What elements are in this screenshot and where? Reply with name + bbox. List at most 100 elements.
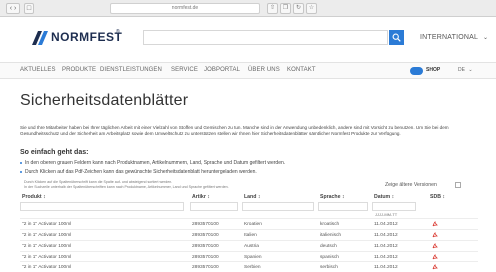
cell-sprache: deutsch	[320, 244, 337, 249]
sort-icon: ↕	[43, 194, 46, 200]
url-text[interactable]: normfest.de	[111, 4, 259, 13]
logo-registered-mark: ®	[116, 29, 120, 35]
nav-item-kontakt[interactable]: KONTAKT	[287, 67, 316, 73]
nav-language-selector[interactable]: DE ⌄	[458, 67, 473, 73]
nav-item-jobportal[interactable]: JOBPORTAL	[204, 67, 240, 73]
column-header-label[interactable]: Artikr	[192, 194, 206, 200]
bullet-icon	[20, 170, 22, 173]
search-field[interactable]	[143, 30, 388, 49]
share-icon[interactable]: ⇧	[268, 4, 277, 13]
column-header-land[interactable]: Land ↕	[244, 194, 260, 200]
bullet-icon	[20, 161, 22, 164]
pdf-icon[interactable]	[432, 232, 438, 238]
older-versions-checkbox[interactable]	[455, 182, 461, 188]
bookmark-icon[interactable]: ☆	[307, 4, 316, 13]
cell-artikel: 2893570100	[192, 255, 219, 260]
column-header-label[interactable]: Datum	[374, 194, 390, 200]
cell-artikel: 2893570100	[192, 265, 219, 270]
filter-sprache-input[interactable]	[319, 211, 367, 218]
column-header-label[interactable]: SDB	[430, 194, 441, 200]
column-header-sdb[interactable]: SDB ↕	[430, 194, 445, 200]
filter-datum[interactable]	[372, 202, 416, 218]
nav-item-aktuelles[interactable]: AKTUELLES	[20, 67, 56, 73]
language-selector[interactable]: INTERNATIONAL ⌄	[420, 34, 488, 41]
filter-land[interactable]	[242, 202, 314, 218]
cell-sprache: serbisch	[320, 265, 338, 270]
table-row: "2 in 1" Activator 100ml 2893570100 Serb…	[20, 261, 478, 272]
filter-produkt-input[interactable]	[21, 211, 183, 218]
column-header-label[interactable]: Land	[244, 194, 256, 200]
column-header-label[interactable]: Sprache	[320, 194, 340, 200]
intro-text: Sie und Ihre Mitarbeiter haben bei Ihrer…	[20, 125, 449, 136]
table-row: "2 in 1" Activator 100ml 2893570100 Kroa…	[20, 218, 478, 229]
older-versions-label[interactable]: Zeige ältere Versionen	[385, 182, 437, 188]
pdf-icon[interactable]	[432, 254, 438, 260]
cell-produkt: "2 in 1" Activator 100ml	[22, 255, 72, 260]
cell-produkt: "2 in 1" Activator 100ml	[22, 222, 72, 227]
tabs-button[interactable]: ❐	[280, 3, 291, 14]
sort-icon: ↕	[257, 194, 261, 200]
sidebar-icon[interactable]: □	[25, 4, 33, 13]
search-icon	[392, 33, 401, 42]
pdf-icon[interactable]	[432, 243, 438, 249]
cell-produkt: "2 in 1" Activator 100ml	[22, 233, 72, 238]
sort-icon: ↕	[341, 194, 345, 200]
nav-item-produkte[interactable]: PRODUKTE	[62, 67, 96, 73]
normfest-logo[interactable]: NORMFEST ®	[30, 27, 130, 47]
cell-datum: 11.04.2012	[374, 222, 398, 227]
language-label[interactable]: INTERNATIONAL	[420, 34, 478, 41]
browser-toolbar: ‹ › □ normfest.de ⇧ ❐ ↻ ☆	[0, 0, 496, 17]
filter-produkt[interactable]	[20, 202, 184, 218]
logo-wordmark: NORMFEST	[51, 30, 123, 44]
reload-button[interactable]: ↻	[293, 3, 304, 14]
step-item: Durch Klicken auf das Pdf-Zeichen kann d…	[20, 169, 257, 175]
bookmark-button[interactable]: ☆	[306, 3, 317, 14]
tabs-icon[interactable]: ❐	[281, 4, 290, 13]
cell-produkt: "2 in 1" Activator 100ml	[22, 244, 72, 249]
back-forward-icon[interactable]: ‹ ›	[7, 4, 19, 13]
share-button[interactable]: ⇧	[267, 3, 278, 14]
address-bar[interactable]: normfest.de	[110, 3, 260, 14]
cell-artikel: 2893570100	[192, 222, 219, 227]
step-text: In den oberen grauen Feldern kann nach P…	[25, 160, 286, 166]
nav-item-dienstleistungen[interactable]: DIENSTLEISTUNGEN	[100, 67, 162, 73]
filter-artikel[interactable]	[190, 202, 238, 218]
older-versions-toggle[interactable]: Zeige ältere Versionen	[385, 182, 461, 188]
pdf-icon[interactable]	[432, 264, 438, 270]
column-header-produkt[interactable]: Produkt ↕	[22, 194, 46, 200]
column-header-artikel[interactable]: Artikr ↕	[192, 194, 210, 200]
shop-label[interactable]: SHOP	[426, 67, 440, 73]
column-header-sprache[interactable]: Sprache ↕	[320, 194, 345, 200]
search-button[interactable]	[389, 30, 404, 45]
page-title: Sicherheitsdatenblätter	[20, 92, 189, 109]
nav-language-label[interactable]: DE	[458, 67, 465, 73]
nav-item-ueber-uns[interactable]: ÜBER UNS	[248, 67, 280, 73]
sort-icon: ↕	[207, 194, 210, 200]
filter-sprache[interactable]	[318, 202, 368, 218]
cell-sprache: kroatisch	[320, 222, 340, 227]
table-hint: Durch Klicken auf die Spaltenüberschrift…	[24, 180, 173, 184]
cell-datum: 11.04.2012	[374, 265, 398, 270]
column-header-datum[interactable]: Datum ↕	[374, 194, 394, 200]
back-forward-buttons[interactable]: ‹ ›	[6, 3, 20, 14]
filter-artikel-input[interactable]	[191, 211, 237, 218]
cell-produkt: "2 in 1" Activator 100ml	[22, 265, 72, 270]
filter-datum-input[interactable]	[373, 211, 415, 218]
reload-icon[interactable]: ↻	[294, 4, 303, 13]
step-text: Durch Klicken auf das Pdf-Zeichen kann d…	[25, 169, 257, 175]
sort-icon: ↕	[391, 194, 395, 200]
cell-land: Serbien	[244, 265, 261, 270]
main-navigation: AKTUELLES PRODUKTE DIENSTLEISTUNGEN SERV…	[0, 62, 496, 79]
pdf-icon[interactable]	[432, 221, 438, 227]
sidebar-button[interactable]: □	[24, 3, 34, 14]
cell-land: Kroatien	[244, 222, 262, 227]
cell-datum: 11.04.2012	[374, 233, 398, 238]
column-header-label[interactable]: Produkt	[22, 194, 42, 200]
nav-item-service[interactable]: SERVICE	[171, 67, 198, 73]
cell-artikel: 2893570100	[192, 244, 219, 249]
cell-land: Austria	[244, 244, 259, 249]
search-input[interactable]	[144, 36, 387, 49]
filter-land-input[interactable]	[243, 211, 313, 218]
table-row: "2 in 1" Activator 100ml 2893570100 Aust…	[20, 240, 478, 251]
table-hint: In der Suchzeile unterhalb der Spaltenüb…	[24, 185, 229, 189]
